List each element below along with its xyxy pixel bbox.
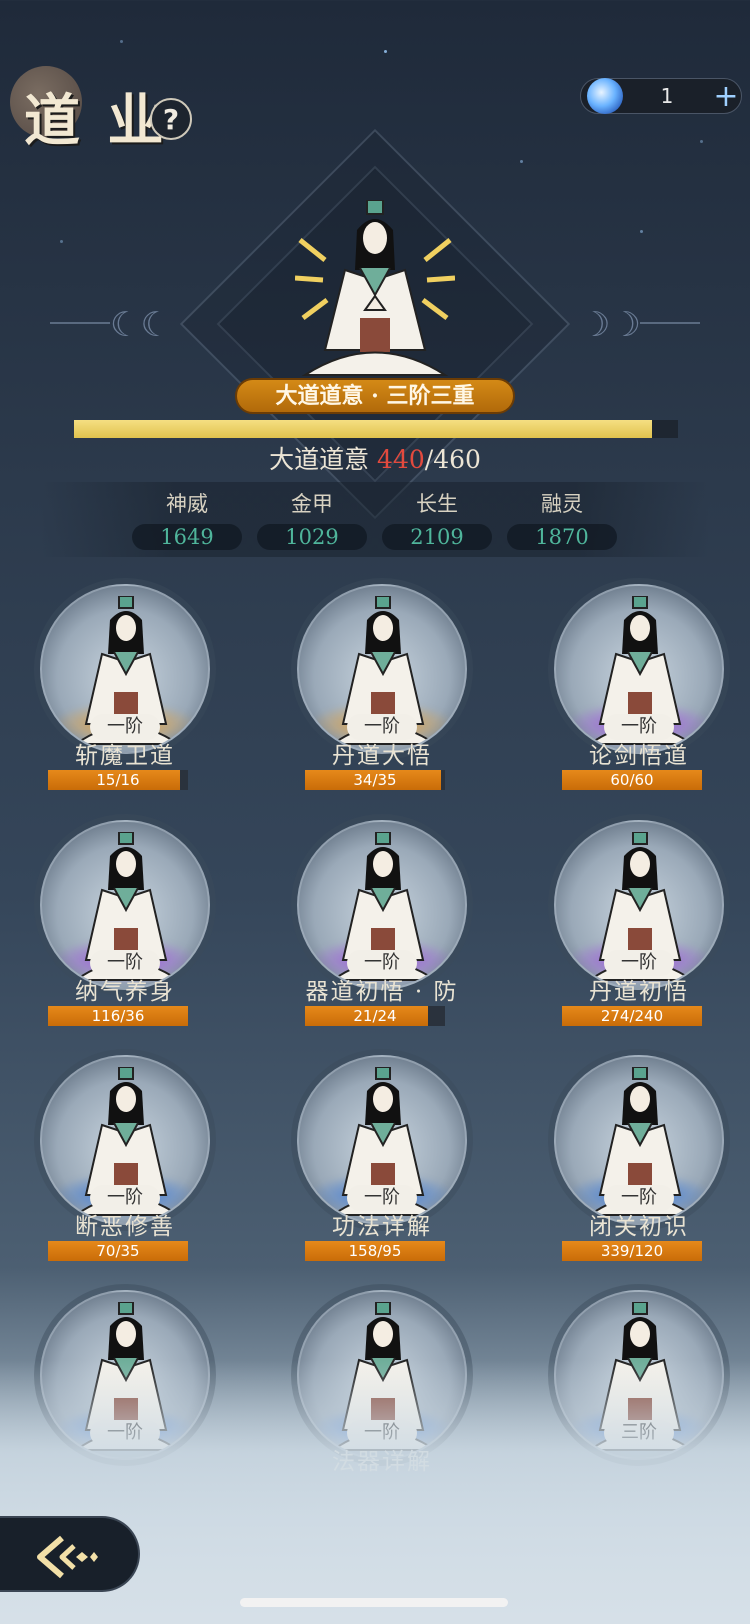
rank-banner: 大道道意 · 三阶三重 [235, 378, 515, 414]
stat-label: 长生 [416, 492, 458, 516]
skill-card[interactable]: 一阶 器道初悟 · 防 21/24 [257, 800, 507, 1026]
skill-card[interactable]: 一阶 丹道初悟 274/240 [514, 800, 750, 1026]
dao-progress-label: 大道道意 [269, 445, 370, 474]
skill-progress-text: 339/120 [600, 1242, 664, 1260]
cultivator-hero-figure [295, 200, 455, 376]
back-arrow-icon [37, 1535, 98, 1579]
help-button[interactable]: ? [150, 98, 192, 140]
skill-progress-text: 158/95 [348, 1242, 402, 1260]
skill-name: 器道初悟 · 防 [305, 979, 459, 1005]
skill-progress-bar: 339/120 [562, 1241, 702, 1261]
stat-value: 2109 [382, 524, 492, 550]
skill-progress-bar: 116/36 [48, 1006, 188, 1026]
skill-progress-bar: 15/16 [48, 770, 188, 790]
dao-progress-fill [74, 420, 653, 438]
stat-changsheng: 长生 2109 [382, 488, 492, 550]
dao-progress-text: 大道道意 440/460 [0, 440, 750, 476]
skill-progress-bar: 34/35 [305, 770, 445, 790]
skill-card[interactable]: 一阶 断恶修善 70/35 [0, 1035, 250, 1261]
skill-progress-text: 116/36 [91, 1007, 145, 1025]
skill-card[interactable]: 一阶 丹道大悟 34/35 [257, 564, 507, 790]
crescent-icon-left: ☾☾ [110, 305, 171, 345]
stat-rongling: 融灵 1870 [507, 488, 617, 550]
dao-progress-current: 440 [377, 445, 425, 474]
dao-progress-bar [74, 420, 678, 438]
stat-value: 1870 [507, 524, 617, 550]
skill-progress-bar: 158/95 [305, 1241, 445, 1261]
skill-card[interactable]: 一阶 闭关初识 339/120 [514, 1035, 750, 1261]
stat-shenwei: 神威 1649 [132, 488, 242, 550]
skill-card[interactable]: 一阶 纳气养身 116/36 [0, 800, 250, 1026]
skill-progress-text: 274/240 [600, 1007, 664, 1025]
page-title: 道 业 [24, 88, 168, 154]
stat-label: 融灵 [541, 492, 583, 516]
ornament-line-right [640, 322, 700, 324]
stat-jinjia: 金甲 1029 [257, 488, 367, 550]
skill-progress-bar: 60/60 [562, 770, 702, 790]
skill-progress-text: 60/60 [610, 771, 654, 789]
currency-count: 1 [660, 84, 674, 108]
skill-progress-bar: 21/24 [305, 1006, 445, 1026]
stat-label: 神威 [166, 492, 208, 516]
skill-progress-text: 70/35 [96, 1242, 140, 1260]
stat-value: 1029 [257, 524, 367, 550]
stats-panel: 神威 1649 金甲 1029 长生 2109 融灵 1870 [40, 482, 710, 557]
skill-progress-text: 34/35 [353, 771, 397, 789]
back-button[interactable] [0, 1516, 140, 1592]
spirit-gem-icon [587, 78, 623, 114]
currency-counter: 1 + [580, 78, 742, 114]
skill-card[interactable]: 一阶 斩魔卫道 15/16 [0, 564, 250, 790]
stat-value: 1649 [132, 524, 242, 550]
skill-name: 纳气养身 [75, 979, 175, 1005]
crescent-icon-right: ☽☽ [580, 305, 641, 345]
skill-name: 论剑悟道 [589, 743, 689, 769]
stat-label: 金甲 [291, 492, 333, 516]
skill-name: 丹道初悟 [589, 979, 689, 1005]
skill-name: 丹道大悟 [332, 743, 432, 769]
skill-progress-bar: 274/240 [562, 1006, 702, 1026]
skill-name: 断恶修善 [75, 1214, 175, 1240]
add-currency-button[interactable]: + [711, 79, 741, 114]
skill-card[interactable]: 一阶 功法详解 158/95 [257, 1035, 507, 1261]
dao-progress-max: /460 [424, 445, 481, 474]
skill-progress-text: 21/24 [353, 1007, 397, 1025]
skill-progress-text: 15/16 [96, 771, 140, 789]
skill-card[interactable]: 一阶 论剑悟道 60/60 [514, 564, 750, 790]
skill-name: 闭关初识 [589, 1214, 689, 1240]
skill-name: 功法详解 [332, 1214, 432, 1240]
ornament-line-left [50, 322, 110, 324]
skill-progress-bar: 70/35 [48, 1241, 188, 1261]
home-indicator [240, 1598, 508, 1607]
skill-name: 斩魔卫道 [75, 743, 175, 769]
